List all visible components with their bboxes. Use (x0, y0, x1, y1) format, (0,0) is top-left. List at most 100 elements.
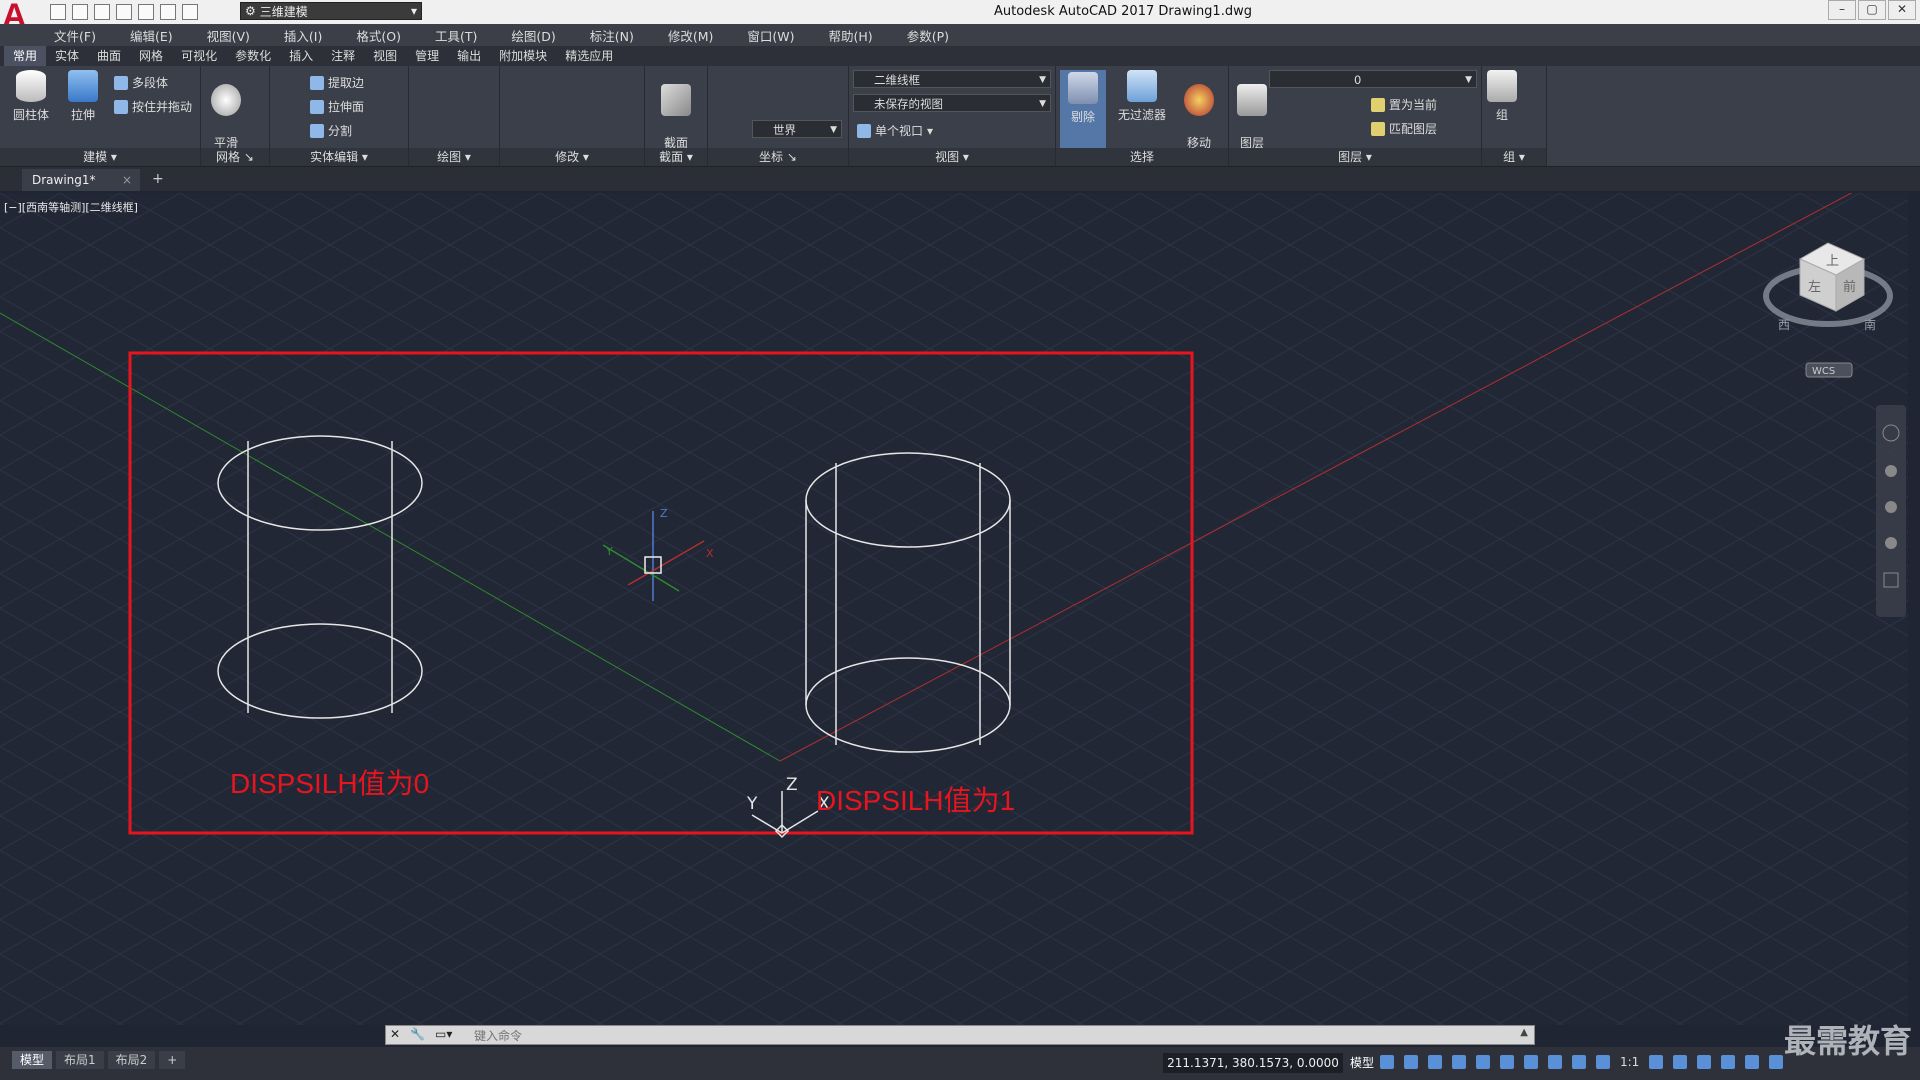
isodraft-icon[interactable] (1476, 1055, 1490, 1069)
maximize-button[interactable]: ▢ (1858, 0, 1886, 20)
clean-screen-icon[interactable] (1745, 1055, 1760, 1069)
cylinder-button[interactable]: 圆柱体 (8, 70, 54, 123)
tab-view[interactable]: 视图 (364, 46, 406, 66)
menu-dimension[interactable]: 标注(N) (590, 26, 634, 45)
tab-featured-apps[interactable]: 精选应用 (556, 46, 622, 66)
isolate-objects-icon[interactable] (1697, 1055, 1712, 1069)
tab-addins[interactable]: 附加模块 (490, 46, 556, 66)
menu-edit[interactable]: 编辑(E) (130, 26, 173, 45)
save-icon[interactable] (94, 4, 110, 20)
presspull-button[interactable]: 按住并拖动 (114, 98, 192, 115)
annotation-visibility-icon[interactable] (1572, 1055, 1586, 1069)
panel-title-groups[interactable]: 组 ▾ (1482, 148, 1546, 166)
tab-home[interactable]: 常用 (4, 46, 47, 66)
workspace-dropdown[interactable]: ⚙ 三维建模 ▾ (240, 2, 422, 20)
tab-surface[interactable]: 曲面 (88, 46, 130, 66)
panel-title-layers[interactable]: 图层 ▾ (1229, 148, 1481, 166)
tab-layout1[interactable]: 布局1 (56, 1051, 104, 1069)
customization-menu-icon[interactable] (1769, 1055, 1784, 1069)
snap-icon[interactable] (1404, 1055, 1418, 1069)
minimize-button[interactable]: – (1828, 0, 1856, 20)
chevron-up-icon[interactable]: ▲ (1520, 1027, 1528, 1038)
panel-title-modify[interactable]: 修改 ▾ (500, 148, 644, 166)
save-as-icon[interactable] (116, 4, 132, 20)
open-file-icon[interactable] (72, 4, 88, 20)
plus-icon[interactable] (1673, 1055, 1688, 1069)
panel-title-solid-edit[interactable]: 实体编辑 ▾ (270, 148, 408, 166)
tab-solid[interactable]: 实体 (46, 46, 88, 66)
tab-parametric[interactable]: 参数化 (226, 46, 280, 66)
annotation-scale[interactable]: 1:1 (1620, 1055, 1639, 1069)
viewcube-top-label[interactable]: 上 (1826, 254, 1839, 269)
new-file-icon[interactable] (50, 4, 66, 20)
coordinates-readout[interactable]: 211.1371, 380.1573, 0.0000 (1163, 1053, 1343, 1073)
grid-icon[interactable] (1380, 1055, 1394, 1069)
tab-output[interactable]: 输出 (448, 46, 490, 66)
dynamic-ucs-icon[interactable] (1548, 1055, 1562, 1069)
ortho-icon[interactable] (1428, 1055, 1442, 1069)
menu-format[interactable]: 格式(O) (356, 26, 401, 45)
wrench-icon[interactable]: 🔧 (410, 1027, 425, 1041)
command-prompt-icon[interactable]: ▭▾ (435, 1027, 452, 1041)
tab-insert[interactable]: 插入 (280, 46, 322, 66)
redo-icon[interactable] (182, 4, 198, 20)
menu-tools[interactable]: 工具(T) (435, 26, 477, 45)
panel-title-coordinates[interactable]: 坐标 ↘ (708, 148, 848, 166)
orbit-icon[interactable] (1885, 537, 1897, 549)
tab-annotate[interactable]: 注释 (322, 46, 364, 66)
viewcube-left-label[interactable]: 左 (1808, 280, 1821, 295)
menu-view[interactable]: 视图(V) (207, 26, 250, 45)
undo-icon[interactable] (160, 4, 176, 20)
ucs-dropdown[interactable]: 世界 ▼ (752, 120, 842, 138)
no-filter-button[interactable]: 无过滤器 (1112, 70, 1172, 123)
object-snap-tracking-icon[interactable] (1500, 1055, 1514, 1069)
polysolid-button[interactable]: 多段体 (114, 74, 168, 91)
plot-icon[interactable] (138, 4, 154, 20)
viewport-controls-label[interactable]: [−][西南等轴测][二维线框] (4, 199, 138, 215)
new-tab-button[interactable]: + (152, 171, 164, 187)
extract-edges-button[interactable]: 提取边 (310, 74, 364, 91)
layer-dropdown[interactable]: 0 ▼ (1269, 70, 1477, 88)
menu-parametric[interactable]: 参数(P) (907, 26, 949, 45)
tab-mesh[interactable]: 网格 (130, 46, 172, 66)
panel-title-modeling[interactable]: 建模 ▾ (0, 148, 200, 166)
panel-title-section[interactable]: 截面 ▾ (645, 148, 707, 166)
close-icon[interactable]: ✕ (390, 1027, 400, 1041)
add-layout-button[interactable]: + (159, 1051, 186, 1069)
tab-visualize[interactable]: 可视化 (172, 46, 226, 66)
named-view-dropdown[interactable]: 未保存的视图 ▼ (853, 94, 1051, 112)
auto-scale-icon[interactable] (1596, 1055, 1610, 1069)
vertical-scrollbar[interactable] (1908, 193, 1920, 1025)
separate-button[interactable]: 分割 (310, 122, 352, 139)
wcs-menu-label[interactable]: WCS (1812, 366, 1835, 377)
set-current-button[interactable]: 置为当前 (1371, 96, 1437, 113)
tab-model[interactable]: 模型 (12, 1051, 53, 1069)
menu-modify[interactable]: 修改(M) (668, 26, 714, 45)
extrude-face-button[interactable]: 拉伸面 (310, 98, 364, 115)
compass-west-label[interactable]: 西 (1778, 318, 1790, 332)
gear-icon[interactable] (1649, 1055, 1664, 1069)
command-input[interactable] (472, 1027, 1506, 1045)
viewport-config-button[interactable]: 单个视口 ▾ (857, 122, 933, 139)
menu-insert[interactable]: 插入(I) (284, 26, 322, 45)
model-space-button[interactable]: 模型 (1346, 1053, 1378, 1073)
viewcube-front-label[interactable]: 前 (1843, 279, 1856, 295)
tab-drawing1[interactable]: Drawing1* × (22, 169, 140, 191)
hardware-acceleration-icon[interactable] (1721, 1055, 1736, 1069)
menu-file[interactable]: 文件(F) (54, 26, 96, 45)
extrude-button[interactable]: 拉伸 (60, 70, 106, 123)
tab-layout2[interactable]: 布局2 (107, 1051, 156, 1069)
compass-south-label[interactable]: 南 (1864, 317, 1876, 332)
panel-title-mesh[interactable]: 网格 ↘ (201, 148, 269, 166)
menu-window[interactable]: 窗口(W) (747, 26, 794, 45)
match-layer-button[interactable]: 匹配图层 (1371, 120, 1437, 137)
zoom-icon[interactable] (1885, 501, 1897, 513)
polar-icon[interactable] (1452, 1055, 1466, 1069)
visual-style-dropdown[interactable]: 二维线框 ▼ (853, 70, 1051, 88)
group-button[interactable]: 组 (1482, 70, 1522, 123)
tab-manage[interactable]: 管理 (406, 46, 448, 66)
drawing-viewport[interactable]: Z Y X Z Y X DISPSILH值为0 DISPSILH值为1 上 左 … (0, 193, 1908, 1025)
menu-draw[interactable]: 绘图(D) (511, 26, 555, 45)
close-button[interactable]: ✕ (1888, 0, 1916, 20)
panel-title-draw[interactable]: 绘图 ▾ (409, 148, 499, 166)
